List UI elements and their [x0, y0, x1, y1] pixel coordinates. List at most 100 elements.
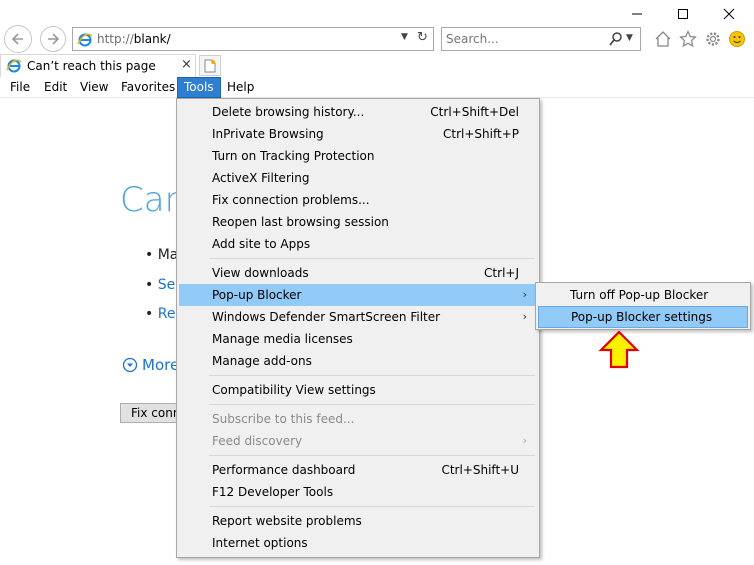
- menu-item-compat-view[interactable]: Compatibility View settings: [179, 379, 537, 401]
- submenu-arrow-icon: ›: [522, 288, 527, 301]
- menu-item-label: InPrivate Browsing: [212, 127, 324, 141]
- gear-icon[interactable]: [702, 28, 724, 50]
- menu-item-shortcut: Ctrl+Shift+U: [441, 463, 519, 477]
- address-url[interactable]: http://blank/: [97, 32, 171, 46]
- menu-separator: [209, 258, 535, 259]
- new-tab-icon: [204, 59, 216, 72]
- url-protocol: http://: [97, 32, 134, 46]
- menu-item-label: ActiveX Filtering: [212, 171, 310, 185]
- close-icon: [723, 8, 735, 20]
- more-info-text: More: [142, 356, 180, 374]
- popup-blocker-submenu: Turn off Pop-up Blocker Pop-up Blocker s…: [535, 282, 751, 330]
- menu-separator: [209, 506, 535, 507]
- bullet-text-2: Se: [157, 277, 176, 293]
- menu-item-label: Subscribe to this feed...: [212, 412, 355, 426]
- menu-item-internet-options[interactable]: Internet options: [179, 532, 537, 554]
- menu-separator: [209, 404, 535, 405]
- menu-tools[interactable]: Tools: [177, 77, 221, 98]
- menu-item-label: View downloads: [212, 266, 309, 280]
- menu-item-label: Compatibility View settings: [212, 383, 376, 397]
- minimize-button[interactable]: [614, 2, 660, 26]
- submenu-arrow-icon: ›: [522, 310, 527, 323]
- browser-chrome: http://blank/ ▼ ↻ ▼ Can’t reach this pag…: [0, 0, 754, 98]
- submenu-item-turn-off-popup-blocker[interactable]: Turn off Pop-up Blocker: [538, 284, 748, 306]
- menu-favorites[interactable]: Favorites: [115, 77, 181, 98]
- address-dropdown-icon[interactable]: ▼: [401, 32, 408, 42]
- submenu-arrow-icon: ›: [522, 434, 527, 447]
- menu-item-view-downloads[interactable]: View downloads Ctrl+J: [179, 262, 537, 284]
- tab-close-icon[interactable]: ×: [181, 57, 192, 72]
- menu-item-report-problems[interactable]: Report website problems: [179, 510, 537, 532]
- maximize-icon: [678, 9, 688, 19]
- menu-item-label: Manage add-ons: [212, 354, 312, 368]
- menu-item-label: Feed discovery: [212, 434, 303, 448]
- menu-item-popup-blocker[interactable]: Pop-up Blocker ›: [179, 284, 537, 306]
- menu-item-media-licenses[interactable]: Manage media licenses: [179, 328, 537, 350]
- menu-item-subscribe-feed: Subscribe to this feed...: [179, 408, 537, 430]
- menu-item-inprivate[interactable]: InPrivate Browsing Ctrl+Shift+P: [179, 123, 537, 145]
- search-input[interactable]: [446, 31, 596, 47]
- menu-item-label: Delete browsing history...: [212, 105, 365, 119]
- menu-item-label: Fix connection problems...: [212, 193, 370, 207]
- menu-item-label: Turn on Tracking Protection: [212, 149, 375, 163]
- menu-view[interactable]: View: [74, 77, 114, 98]
- menu-item-tracking-protection[interactable]: Turn on Tracking Protection: [179, 145, 537, 167]
- menu-item-feed-discovery: Feed discovery ›: [179, 430, 537, 452]
- bullet-text-3: Re: [157, 306, 176, 322]
- refresh-icon[interactable]: ↻: [417, 30, 428, 45]
- tab-cant-reach[interactable]: Can’t reach this page ×: [0, 54, 196, 77]
- menu-separator: [209, 375, 535, 376]
- forward-button[interactable]: [40, 26, 66, 52]
- bullet-link-2[interactable]: • Se: [145, 277, 175, 293]
- menu-item-shortcut: Ctrl+Shift+Del: [430, 105, 519, 119]
- close-window-button[interactable]: [706, 2, 752, 26]
- back-arrow-icon: [11, 33, 23, 45]
- callout-arrow-icon: [598, 330, 640, 369]
- menu-item-activex-filtering[interactable]: ActiveX Filtering: [179, 167, 537, 189]
- submenu-item-label: Pop-up Blocker settings: [571, 310, 713, 324]
- menu-item-label: Pop-up Blocker: [212, 288, 302, 302]
- menu-item-delete-history[interactable]: Delete browsing history... Ctrl+Shift+Del: [179, 101, 537, 123]
- menu-bar: File Edit View Favorites Tools Help: [0, 77, 754, 98]
- menu-item-label: Report website problems: [212, 514, 362, 528]
- menu-item-manage-addons[interactable]: Manage add-ons: [179, 350, 537, 372]
- smiley-feedback-icon[interactable]: [726, 28, 748, 50]
- menu-item-shortcut: Ctrl+Shift+P: [443, 127, 519, 141]
- submenu-item-label: Turn off Pop-up Blocker: [570, 288, 709, 302]
- home-icon[interactable]: [652, 28, 674, 50]
- menu-item-label: Performance dashboard: [212, 463, 356, 477]
- menu-separator: [209, 455, 535, 456]
- menu-edit[interactable]: Edit: [38, 77, 73, 98]
- maximize-button[interactable]: [660, 2, 706, 26]
- search-dropdown-icon[interactable]: ▼: [626, 33, 633, 43]
- menu-item-label: Windows Defender SmartScreen Filter: [212, 310, 441, 324]
- new-tab-button[interactable]: [199, 55, 221, 76]
- favorites-star-icon[interactable]: [677, 28, 699, 50]
- ie-tab-icon: [6, 58, 22, 77]
- bullet-link-3[interactable]: • Re: [145, 306, 175, 322]
- menu-item-smartscreen[interactable]: Windows Defender SmartScreen Filter ›: [179, 306, 537, 328]
- bullet-item-1: • Ma: [145, 247, 179, 263]
- menu-item-performance-dashboard[interactable]: Performance dashboard Ctrl+Shift+U: [179, 459, 537, 481]
- menu-item-fix-connection[interactable]: Fix connection problems...: [179, 189, 537, 211]
- menu-help[interactable]: Help: [221, 77, 260, 98]
- menu-item-label: Internet options: [212, 536, 308, 550]
- menu-item-label: Add site to Apps: [212, 237, 311, 251]
- tools-menu: Delete browsing history... Ctrl+Shift+Del…: [176, 98, 540, 558]
- search-icon[interactable]: [608, 31, 624, 50]
- more-info-link[interactable]: More: [122, 356, 179, 374]
- menu-item-shortcut: Ctrl+J: [484, 266, 519, 280]
- forward-arrow-icon: [48, 33, 60, 45]
- ie-icon: [77, 32, 93, 51]
- menu-file[interactable]: File: [4, 77, 36, 98]
- menu-item-label: Manage media licenses: [212, 332, 353, 346]
- back-button[interactable]: [4, 25, 32, 53]
- menu-item-f12-tools[interactable]: F12 Developer Tools: [179, 481, 537, 503]
- menu-item-reopen-session[interactable]: Reopen last browsing session: [179, 211, 537, 233]
- menu-item-label: F12 Developer Tools: [212, 485, 334, 499]
- menu-item-label: Reopen last browsing session: [212, 215, 389, 229]
- search-box[interactable]: ▼: [441, 27, 641, 51]
- address-bar[interactable]: http://blank/ ▼ ↻: [72, 27, 434, 51]
- menu-item-add-site-apps[interactable]: Add site to Apps: [179, 233, 537, 255]
- submenu-item-popup-blocker-settings[interactable]: Pop-up Blocker settings: [538, 306, 748, 328]
